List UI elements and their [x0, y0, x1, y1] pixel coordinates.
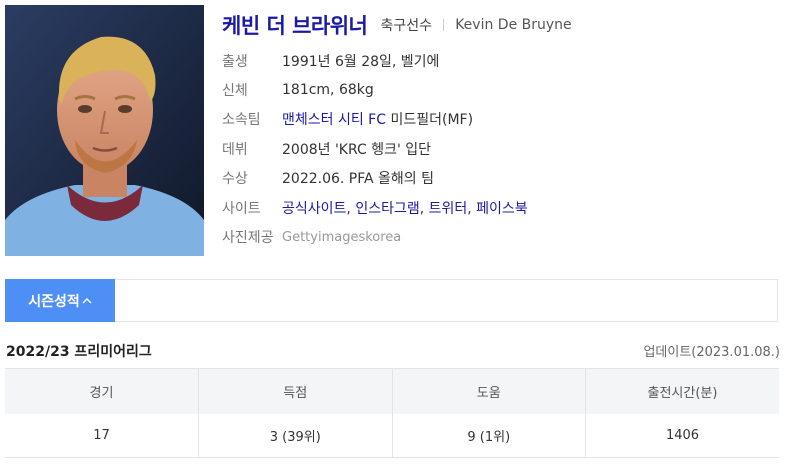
player-info-list: 출생 1991년 6월 28일, 벨기에 신체 181cm, 68kg 소속팀 …: [222, 46, 528, 252]
info-label: 데뷔: [222, 141, 248, 158]
update-date: 업데이트(2023.01.08.): [643, 345, 780, 360]
player-name-english: Kevin De Bruyne: [455, 17, 572, 33]
info-row-debut: 데뷔 2008년 'KRC 헹크' 입단: [222, 134, 528, 163]
cell-minutes: 1406: [585, 413, 779, 458]
site-link-twitter[interactable]: 트위터: [429, 201, 468, 217]
info-value: 1991년 6월 28일, 벨기에: [282, 53, 440, 70]
info-label: 출생: [222, 53, 248, 70]
team-position: 미드필더(MF): [390, 112, 474, 129]
info-value: 공식사이트, 인스타그램, 트위터, 페이스북: [282, 200, 528, 217]
info-value: 2008년 'KRC 헹크' 입단: [282, 141, 432, 158]
column-header-goals: 득점: [198, 368, 392, 414]
info-label: 소속팀: [222, 112, 261, 129]
table-header-row: 경기 득점 도움 출전시간(분): [5, 368, 779, 414]
info-row-birth: 출생 1991년 6월 28일, 벨기에: [222, 46, 528, 75]
table-row: 17 3 (39위) 9 (1위) 1406: [5, 413, 779, 458]
info-row-body: 신체 181cm, 68kg: [222, 75, 528, 104]
site-link-official[interactable]: 공식사이트: [282, 201, 346, 217]
info-row-award: 수상 2022.06. PFA 올해의 팀: [222, 164, 528, 193]
info-label: 사진제공: [222, 230, 274, 247]
player-name[interactable]: 케빈 더 브라위너: [222, 14, 368, 38]
column-header-games: 경기: [5, 368, 199, 414]
column-header-minutes: 출전시간(분): [585, 368, 779, 414]
player-job: 축구선수: [380, 18, 432, 34]
cell-goals: 3 (39위): [198, 413, 392, 458]
tab-season-stats[interactable]: 시즌성적: [5, 279, 115, 322]
cell-assists: 9 (1위): [391, 413, 586, 458]
league-title: 2022/23 프리미어리그: [6, 344, 152, 360]
cell-games: 17: [5, 413, 199, 458]
chevron-up-icon: [82, 293, 92, 309]
player-photo: [5, 5, 204, 256]
info-label: 신체: [222, 83, 248, 100]
team-link[interactable]: 맨체스터 시티 FC: [282, 112, 386, 128]
season-stats-table: 경기 득점 도움 출전시간(분) 17 3 (39위) 9 (1위) 1406: [5, 368, 779, 458]
info-value: 맨체스터 시티 FC 미드필더(MF): [282, 109, 473, 129]
info-value: 2022.06. PFA 올해의 팀: [282, 171, 435, 188]
name-row: 케빈 더 브라위너 축구선수 Kevin De Bruyne: [222, 10, 572, 40]
tab-label: 시즌성적: [28, 293, 80, 310]
info-row-sites: 사이트 공식사이트, 인스타그램, 트위터, 페이스북: [222, 193, 528, 222]
site-link-facebook[interactable]: 페이스북: [476, 201, 528, 217]
info-label: 사이트: [222, 200, 261, 217]
divider: [443, 19, 445, 31]
photo-credit: Gettyimageskorea: [282, 229, 402, 245]
info-row-photo-credit: 사진제공 Gettyimageskorea: [222, 222, 528, 251]
site-link-instagram[interactable]: 인스타그램: [355, 201, 419, 217]
info-label: 수상: [222, 171, 248, 188]
info-row-team: 소속팀 맨체스터 시티 FC 미드필더(MF): [222, 105, 528, 134]
stats-tab-bar: 시즌성적: [5, 279, 778, 322]
info-value: 181cm, 68kg: [282, 82, 374, 99]
column-header-assists: 도움: [391, 368, 586, 414]
